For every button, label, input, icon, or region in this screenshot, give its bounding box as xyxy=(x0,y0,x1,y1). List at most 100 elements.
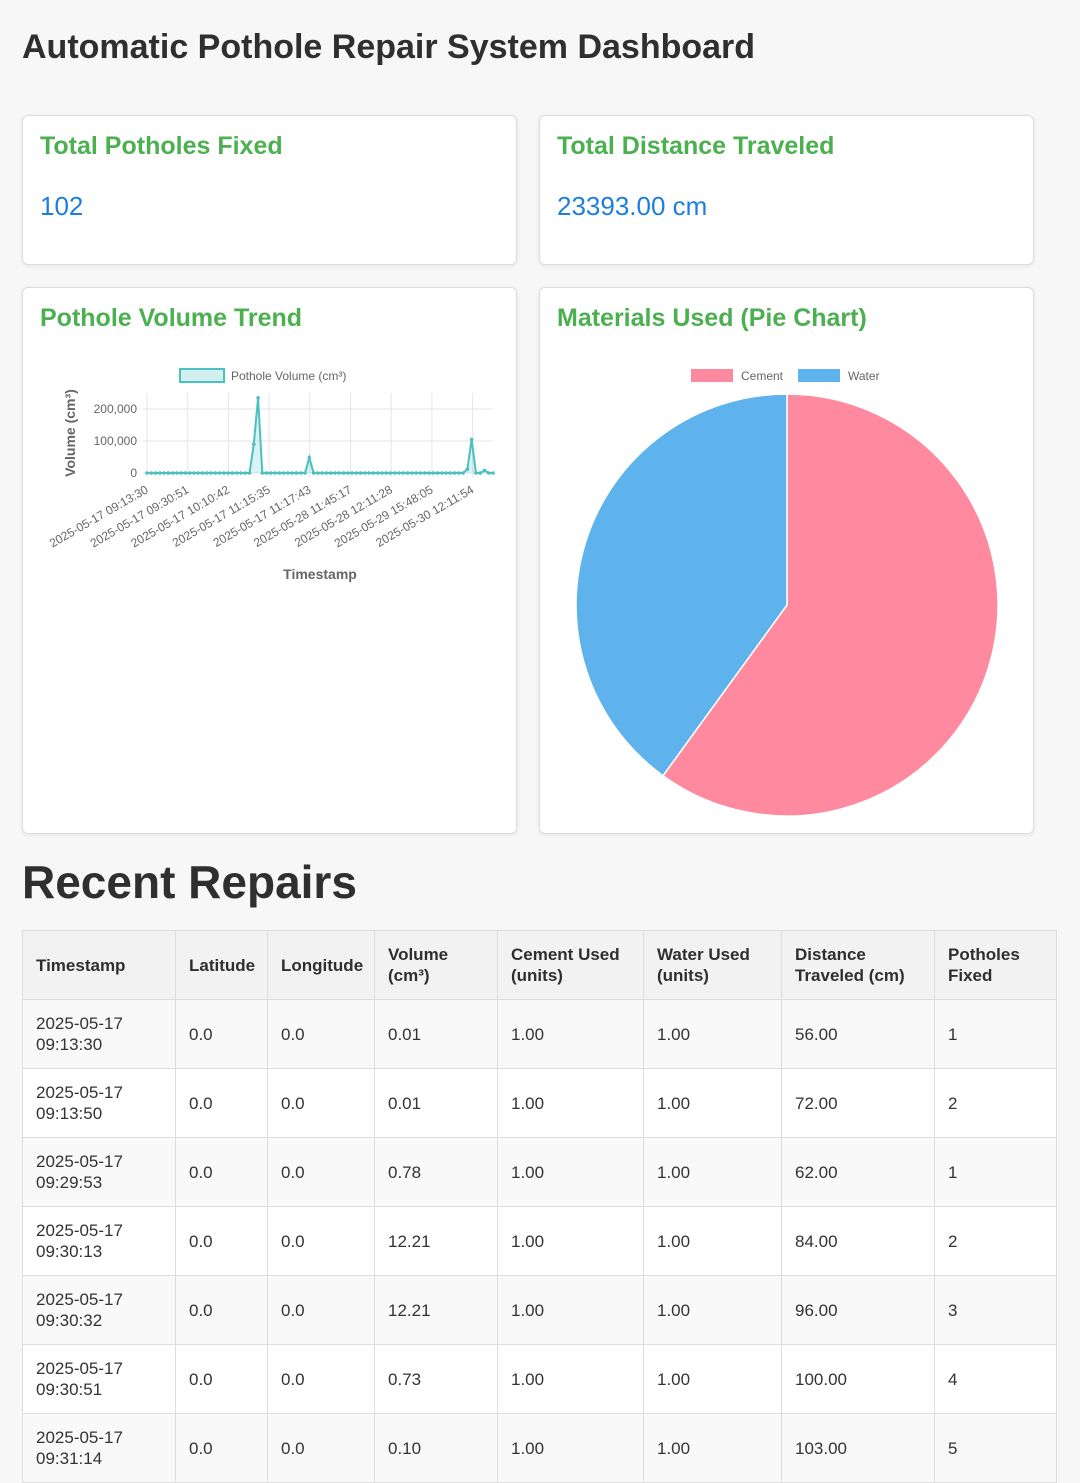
volume-point xyxy=(196,471,201,475)
volume-point xyxy=(431,471,435,475)
cell-timestamp: 2025-05-17 09:30:13 xyxy=(22,1206,176,1276)
cell-water: 1.00 xyxy=(643,1137,782,1207)
volume-point xyxy=(345,471,350,475)
cell-water: 1.00 xyxy=(643,999,782,1069)
cell-longitude: 0.0 xyxy=(267,1068,375,1138)
page-title: Automatic Pothole Repair System Dashboar… xyxy=(22,28,756,66)
header-potholes-fixed: Potholes Fixed xyxy=(934,930,1057,1000)
table-row: 2025-05-17 09:29:53 0.0 0.0 0.78 1.00 1.… xyxy=(22,1137,1057,1207)
cell-timestamp: 2025-05-17 09:29:53 xyxy=(22,1137,176,1207)
cell-distance: 56.00 xyxy=(781,999,935,1069)
volume-point xyxy=(251,442,256,446)
volume-point xyxy=(358,471,363,475)
cell-timestamp: 2025-05-17 09:31:14 xyxy=(22,1413,176,1483)
legend-swatch xyxy=(179,368,225,383)
volume-point xyxy=(239,471,243,475)
volume-point xyxy=(380,471,384,475)
volume-point xyxy=(469,437,474,442)
recent-repairs-title: Recent Repairs xyxy=(22,856,357,908)
cell-potholes-fixed: 2 xyxy=(934,1068,1057,1138)
volume-point xyxy=(324,471,329,475)
volume-point xyxy=(444,471,448,475)
total-potholes-card: Total Potholes Fixed 102 xyxy=(22,115,517,265)
cell-volume: 0.01 xyxy=(374,999,498,1069)
total-potholes-value: 102 xyxy=(40,191,84,221)
volume-point xyxy=(418,471,423,475)
volume-point xyxy=(269,471,273,475)
header-volume: Volume (cm³) xyxy=(374,930,498,1000)
cell-latitude: 0.0 xyxy=(175,1413,268,1483)
total-potholes-title: Total Potholes Fixed xyxy=(40,132,283,160)
legend-swatch-cement xyxy=(691,369,733,382)
volume-point xyxy=(247,471,252,475)
volume-point xyxy=(307,455,312,460)
volume-point xyxy=(341,471,346,475)
volume-point xyxy=(158,471,162,475)
cell-potholes-fixed: 4 xyxy=(934,1344,1057,1414)
volume-point xyxy=(401,471,406,475)
cell-distance: 103.00 xyxy=(781,1413,935,1483)
legend-label-water: Water xyxy=(848,369,880,383)
volume-point xyxy=(286,471,290,475)
legend-label-cement: Cement xyxy=(741,369,784,383)
cell-timestamp: 2025-05-17 09:13:30 xyxy=(22,999,176,1069)
cell-volume: 0.10 xyxy=(374,1413,498,1483)
cell-longitude: 0.0 xyxy=(267,1137,375,1207)
volume-point xyxy=(375,471,380,475)
cell-potholes-fixed: 1 xyxy=(934,1137,1057,1207)
volume-point xyxy=(448,471,453,475)
materials-pie-card: Materials Used (Pie Chart) Cement Water xyxy=(539,287,1034,834)
y-tick-label: 0 xyxy=(130,466,137,480)
volume-point xyxy=(222,471,226,475)
volume-point xyxy=(209,471,213,475)
y-tick-label: 100,000 xyxy=(94,434,138,448)
table-row: 2025-05-17 09:30:51 0.0 0.0 0.73 1.00 1.… xyxy=(22,1344,1057,1414)
x-axis-title: Timestamp xyxy=(283,566,357,582)
volume-point xyxy=(311,471,316,475)
cell-water: 1.00 xyxy=(643,1275,782,1345)
cell-volume: 12.21 xyxy=(374,1206,498,1276)
total-distance-title: Total Distance Traveled xyxy=(557,132,835,160)
volume-point xyxy=(277,471,282,475)
total-distance-value: 23393.00 cm xyxy=(557,191,708,221)
volume-point xyxy=(452,471,457,475)
volume-point xyxy=(256,396,260,400)
volume-point xyxy=(354,471,359,475)
cell-potholes-fixed: 2 xyxy=(934,1206,1057,1276)
volume-point xyxy=(166,471,171,475)
cell-timestamp: 2025-05-17 09:13:50 xyxy=(22,1068,176,1138)
header-longitude: Longitude xyxy=(267,930,375,1000)
volume-point xyxy=(217,471,222,475)
volume-point xyxy=(213,471,218,475)
cell-latitude: 0.0 xyxy=(175,1206,268,1276)
volume-trend-chart[interactable]: Pothole Volume (cm³)0100,000200,0002025-… xyxy=(23,288,518,835)
cell-potholes-fixed: 1 xyxy=(934,999,1057,1069)
volume-point xyxy=(200,471,205,475)
header-cement-used: Cement Used (units) xyxy=(497,930,644,1000)
cell-cement: 1.00 xyxy=(497,1137,644,1207)
cell-timestamp: 2025-05-17 09:30:51 xyxy=(22,1344,176,1414)
cell-volume: 0.01 xyxy=(374,1068,498,1138)
header-timestamp: Timestamp xyxy=(22,930,176,1000)
cell-longitude: 0.0 xyxy=(267,1275,375,1345)
volume-point xyxy=(465,467,470,471)
cell-latitude: 0.0 xyxy=(175,1344,268,1414)
cell-cement: 1.00 xyxy=(497,999,644,1069)
volume-point xyxy=(405,471,410,475)
recent-repairs-table: Timestamp Latitude Longitude Volume (cm³… xyxy=(22,930,1057,1483)
cell-longitude: 0.0 xyxy=(267,1344,375,1414)
cell-volume: 12.21 xyxy=(374,1275,498,1345)
volume-point xyxy=(397,471,401,475)
volume-point xyxy=(439,471,444,475)
cell-latitude: 0.0 xyxy=(175,1275,268,1345)
volume-point xyxy=(183,471,188,475)
cell-distance: 72.00 xyxy=(781,1068,935,1138)
cell-longitude: 0.0 xyxy=(267,1206,375,1276)
volume-point xyxy=(264,471,269,475)
volume-point xyxy=(486,471,491,475)
cell-cement: 1.00 xyxy=(497,1068,644,1138)
volume-point xyxy=(294,471,299,475)
cell-volume: 0.73 xyxy=(374,1344,498,1414)
materials-pie-chart[interactable]: Cement Water xyxy=(540,288,1035,835)
cell-longitude: 0.0 xyxy=(267,1413,375,1483)
